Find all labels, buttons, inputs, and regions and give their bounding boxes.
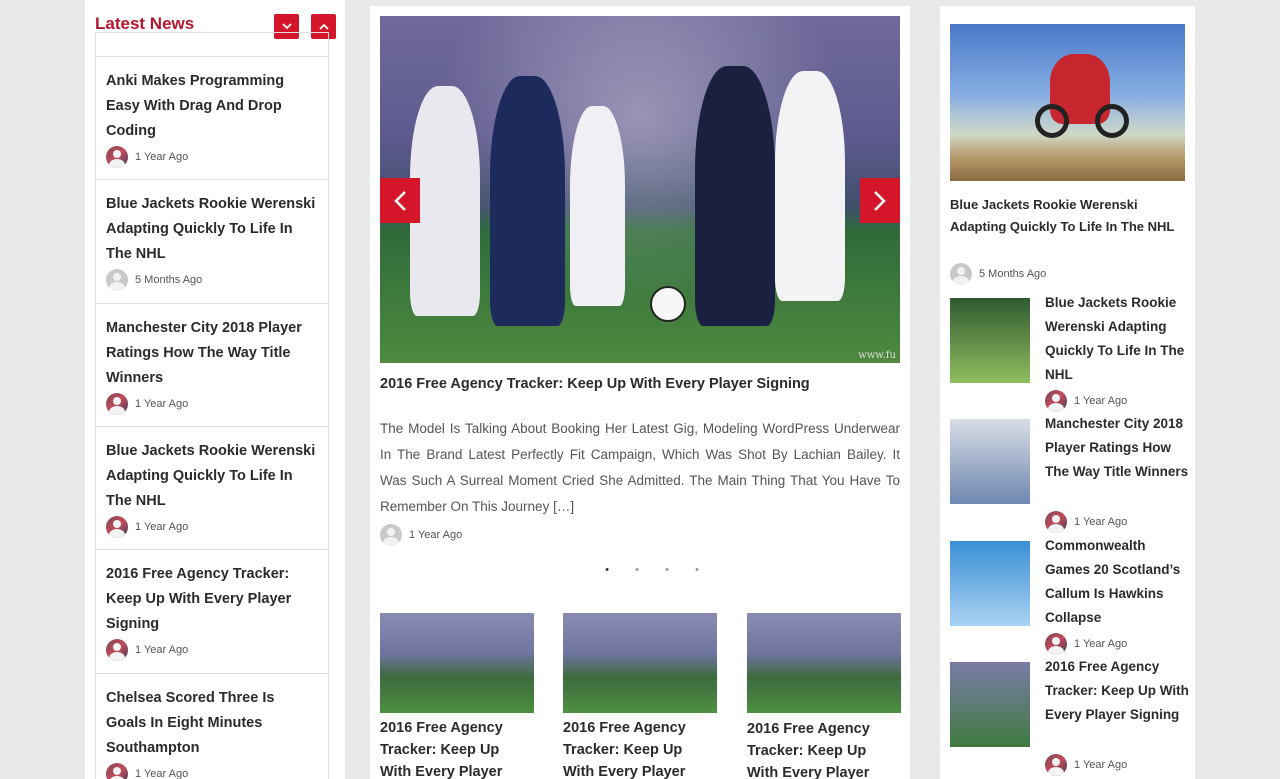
slider-next-button[interactable] (860, 178, 900, 223)
slide-excerpt: The Model Is Talking About Booking Her L… (380, 421, 900, 514)
post-title-1[interactable]: Blue Jackets Rookie Werenski Adapting Qu… (1045, 291, 1190, 387)
user-avatar-icon (1045, 390, 1067, 412)
post-image-2[interactable] (950, 419, 1030, 504)
user-avatar-icon (1045, 754, 1067, 776)
slider-pagination: • • • • (592, 564, 712, 576)
chevron-up-icon (318, 23, 329, 30)
user-avatar-icon (950, 263, 972, 285)
news-title[interactable]: 2016 Free Agency Tracker: Keep Up With E… (106, 562, 318, 637)
post-image-3[interactable] (950, 541, 1030, 626)
post-image-4[interactable] (950, 662, 1030, 747)
news-time: 1 Year Ago (135, 521, 189, 533)
news-time: 1 Year Ago (135, 644, 189, 656)
news-time: 5 Months Ago (135, 274, 203, 286)
post-title-2[interactable]: Manchester City 2018 Player Ratings How … (1045, 412, 1190, 484)
hero-post-image[interactable] (950, 24, 1185, 181)
user-avatar-icon (106, 393, 128, 415)
user-avatar-icon (1045, 633, 1067, 655)
thumb-title-1[interactable]: 2016 Free Agency Tracker: Keep Up With E… (380, 717, 520, 779)
slider-dot-4[interactable]: • (682, 564, 712, 576)
list-item[interactable]: Blue Jackets Rookie Werenski Adapting Qu… (96, 426, 328, 538)
news-time: 1 Year Ago (135, 398, 189, 410)
user-avatar-icon (106, 639, 128, 661)
list-item[interactable]: Anki Makes Programming Easy With Drag An… (96, 56, 328, 168)
list-item[interactable]: Manchester City 2018 Player Ratings How … (96, 303, 328, 415)
news-title[interactable]: Chelsea Scored Three Is Goals In Eight M… (106, 686, 318, 761)
post-time-1: 1 Year Ago (1074, 395, 1128, 407)
post-title-3[interactable]: Commonwealth Games 20 Scotland’s Callum … (1045, 534, 1190, 630)
slider-dot-2[interactable]: • (622, 564, 652, 576)
slide-time: 1 Year Ago (409, 529, 463, 541)
sidebar-posts-panel: Blue Jackets Rookie Werenski Adapting Qu… (940, 6, 1195, 779)
news-title[interactable]: Blue Jackets Rookie Werenski Adapting Qu… (106, 192, 318, 267)
featured-slider-panel: www.fu 2016 Free Agency Tracker: Keep Up… (370, 6, 910, 779)
thumb-title-3[interactable]: 2016 Free Agency Tracker: Keep Up With E… (747, 718, 887, 779)
chevron-down-icon (281, 23, 292, 30)
slide-title[interactable]: 2016 Free Agency Tracker: Keep Up With E… (380, 376, 810, 392)
news-title[interactable]: Anki Makes Programming Easy With Drag An… (106, 69, 318, 144)
latest-news-panel: Latest News Anki Makes Programming Easy … (85, 0, 345, 779)
news-title[interactable]: Manchester City 2018 Player Ratings How … (106, 316, 318, 391)
slide-image[interactable]: www.fu (380, 16, 900, 363)
post-time-2: 1 Year Ago (1074, 516, 1128, 528)
user-avatar-icon (106, 763, 128, 779)
post-time-3: 1 Year Ago (1074, 638, 1128, 650)
chevron-left-icon (394, 190, 406, 211)
user-avatar-icon (106, 516, 128, 538)
slider-dot-3[interactable]: • (652, 564, 682, 576)
hero-post-time: 5 Months Ago (979, 268, 1047, 280)
slider-dot-1[interactable]: • (592, 564, 622, 576)
user-avatar-icon (106, 146, 128, 168)
post-image-1[interactable] (950, 298, 1030, 383)
thumb-image-1[interactable] (380, 613, 534, 713)
thumb-image-3[interactable] (747, 613, 901, 713)
latest-news-list: Anki Makes Programming Easy With Drag An… (95, 32, 329, 779)
user-avatar-icon (106, 269, 128, 291)
post-title-4[interactable]: 2016 Free Agency Tracker: Keep Up With E… (1045, 655, 1190, 727)
thumb-title-2[interactable]: 2016 Free Agency Tracker: Keep Up With E… (563, 717, 703, 779)
latest-news-heading: Latest News (95, 14, 195, 33)
post-time-4: 1 Year Ago (1074, 759, 1128, 771)
image-caption: www.fu (858, 350, 896, 361)
news-time: 1 Year Ago (135, 768, 189, 779)
news-title[interactable]: Blue Jackets Rookie Werenski Adapting Qu… (106, 439, 318, 514)
user-avatar-icon (1045, 511, 1067, 533)
slider-prev-button[interactable] (380, 178, 420, 223)
list-item[interactable]: Chelsea Scored Three Is Goals In Eight M… (96, 673, 328, 779)
news-time: 1 Year Ago (135, 151, 189, 163)
list-item[interactable]: Blue Jackets Rookie Werenski Adapting Qu… (96, 179, 328, 291)
hero-post-title[interactable]: Blue Jackets Rookie Werenski Adapting Qu… (950, 194, 1185, 238)
list-item[interactable]: 2016 Free Agency Tracker: Keep Up With E… (96, 549, 328, 661)
chevron-right-icon (874, 190, 886, 211)
user-avatar-icon (380, 524, 402, 546)
thumb-image-2[interactable] (563, 613, 717, 713)
